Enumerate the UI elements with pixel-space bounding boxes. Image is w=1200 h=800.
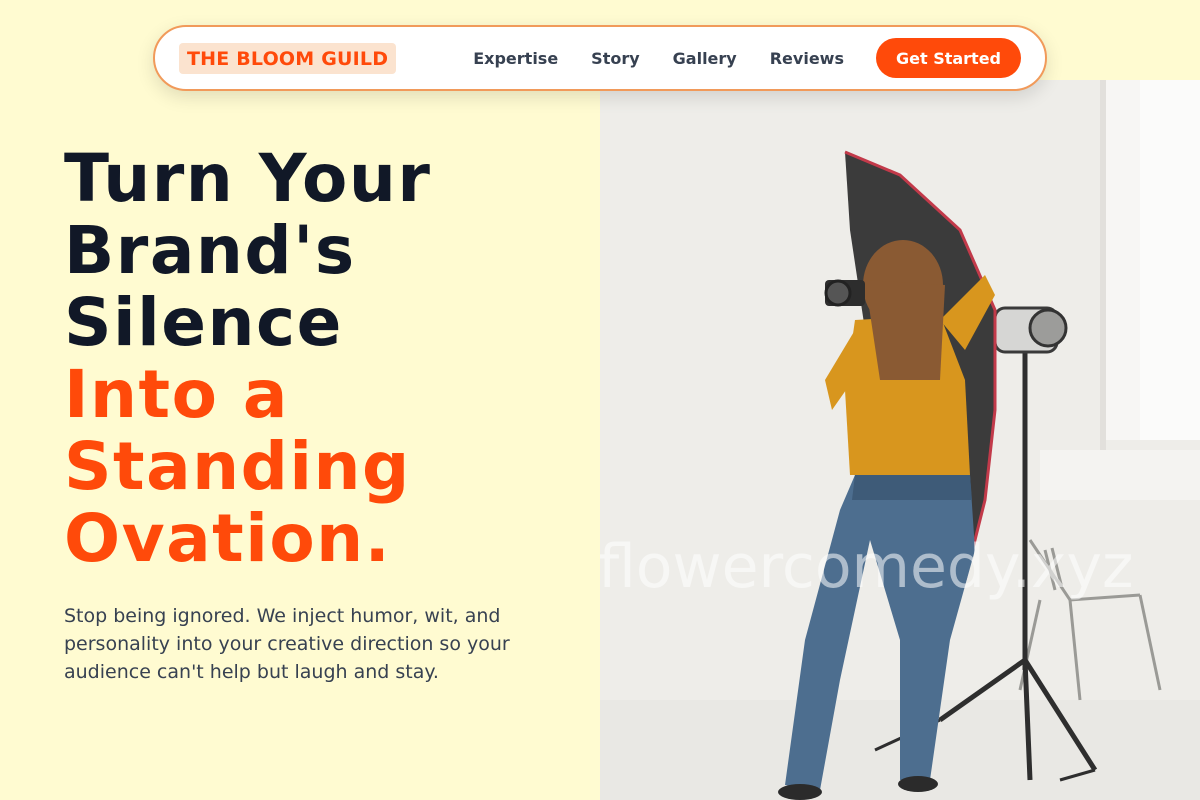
hero-headline: Turn Your Brand's Silence Into a Standin…	[64, 143, 584, 575]
headline-line-3: Silence	[64, 284, 343, 361]
nav-link-story[interactable]: Story	[591, 49, 639, 68]
hero-subtext: Stop being ignored. We inject humor, wit…	[64, 605, 510, 683]
brand-logo[interactable]: THE BLOOM GUILD	[179, 42, 397, 74]
nav-link-gallery[interactable]: Gallery	[673, 49, 737, 68]
headline-accent-line-1: Into a	[64, 356, 289, 433]
nav-link-reviews[interactable]: Reviews	[770, 49, 844, 68]
photo-illustration	[600, 80, 1200, 800]
watermark-text: flowercomedy.xyz	[600, 532, 1134, 602]
nav-link-expertise[interactable]: Expertise	[473, 49, 558, 68]
headline-line-1: Turn Your	[64, 140, 432, 217]
get-started-button[interactable]: Get Started	[875, 38, 1021, 78]
hero-photo: flowercomedy.xyz	[600, 80, 1200, 800]
headline-accent-line-3: Ovation.	[64, 500, 392, 577]
headline-line-2: Brand's	[64, 212, 356, 289]
headline-accent-line-2: Standing	[64, 428, 411, 505]
nav-links: Expertise Story Gallery Reviews	[473, 49, 844, 68]
top-navbar: THE BLOOM GUILD Expertise Story Gallery …	[153, 25, 1047, 91]
